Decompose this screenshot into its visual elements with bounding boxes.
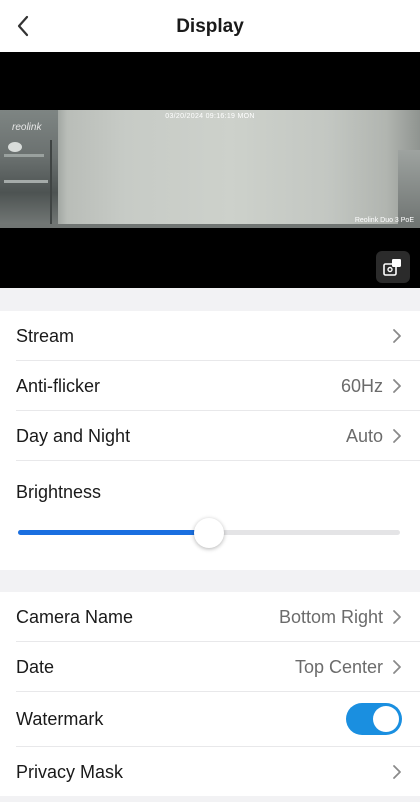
camera-name-value: Bottom Right	[278, 607, 383, 627]
page-title: Display	[176, 16, 244, 37]
camera-name-row[interactable]: Camera Name Bottom Right	[0, 592, 420, 642]
osd-camera-name: Reolink Duo 3 PoE	[354, 217, 414, 224]
slider-thumb[interactable]	[194, 518, 224, 548]
stream-row[interactable]: Stream	[0, 311, 420, 361]
scene-pole	[50, 140, 52, 228]
stream-label: Stream	[16, 326, 75, 346]
scene-lamp	[8, 142, 22, 152]
anti-flicker-label: Anti-flicker	[16, 376, 101, 396]
switch-view-button[interactable]	[376, 251, 410, 283]
slider-fill	[18, 530, 209, 535]
day-night-value: Auto	[345, 426, 383, 446]
privacy-mask-label: Privacy Mask	[16, 762, 124, 782]
chevron-right-icon	[390, 327, 404, 345]
anti-flicker-value: 60Hz	[340, 376, 383, 396]
privacy-mask-row[interactable]: Privacy Mask	[0, 747, 420, 797]
brightness-label: Brightness	[16, 482, 102, 502]
day-night-row[interactable]: Day and Night Auto	[0, 411, 420, 461]
toggle-knob	[373, 706, 399, 732]
header-bar: Display	[0, 0, 420, 52]
osd-timestamp: 03/20/2024 09:16:19 MON	[165, 113, 255, 120]
divider	[16, 691, 420, 692]
day-night-label: Day and Night	[16, 426, 131, 446]
chevron-right-icon	[390, 377, 404, 395]
brightness-slider[interactable]	[18, 518, 400, 548]
camera-name-label: Camera Name	[16, 607, 134, 627]
scene-shelf	[4, 154, 44, 157]
scene-shelf	[4, 180, 48, 183]
video-frame: 03/20/2024 09:16:19 MON reolink Reolink …	[0, 110, 420, 228]
date-label: Date	[16, 657, 55, 677]
scene-floor	[0, 224, 420, 228]
camera-preview[interactable]: 03/20/2024 09:16:19 MON reolink Reolink …	[0, 52, 420, 288]
date-row[interactable]: Date Top Center	[0, 642, 420, 692]
camera-switch-icon	[383, 259, 401, 276]
divider	[16, 460, 420, 461]
chevron-right-icon	[390, 763, 404, 781]
watermark-toggle[interactable]	[346, 703, 402, 735]
osd-watermark-logo: reolink	[12, 122, 42, 133]
watermark-label: Watermark	[16, 709, 104, 729]
chevron-right-icon	[390, 658, 404, 676]
date-value: Top Center	[294, 657, 383, 677]
chevron-right-icon	[390, 427, 404, 445]
anti-flicker-row[interactable]: Anti-flicker 60Hz	[0, 361, 420, 411]
chevron-right-icon	[390, 608, 404, 626]
